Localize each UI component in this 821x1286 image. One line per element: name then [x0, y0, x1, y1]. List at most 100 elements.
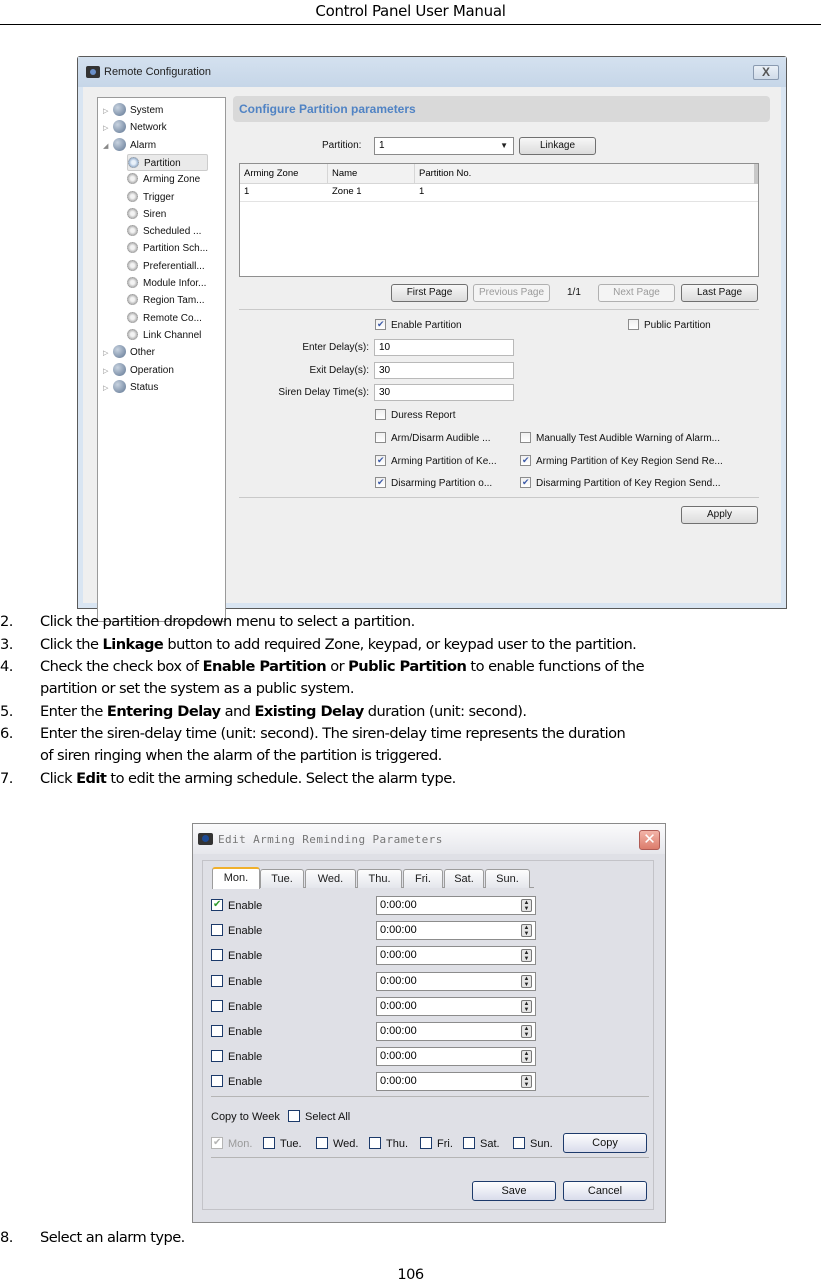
- spinner-arrows-icon[interactable]: ▲ ▼: [521, 924, 532, 938]
- tree-item-trigger[interactable]: Trigger: [127, 189, 174, 206]
- disarming-partition-checkbox[interactable]: Disarming Partition o...: [375, 476, 492, 490]
- last-page-button[interactable]: Last Page: [681, 284, 758, 302]
- copy-day-thu-checkbox[interactable]: Thu.: [369, 1137, 408, 1151]
- tab-fri[interactable]: Fri.: [403, 869, 443, 888]
- expand-arrow-icon[interactable]: ▷: [103, 380, 113, 397]
- spinner-arrows-icon[interactable]: ▲ ▼: [521, 1025, 532, 1038]
- apply-button[interactable]: Apply: [681, 506, 758, 524]
- spinner-arrows-icon[interactable]: ▲ ▼: [521, 974, 532, 988]
- column-header-name[interactable]: Name: [328, 164, 357, 184]
- tab-sat[interactable]: Sat.: [444, 869, 484, 888]
- expand-arrow-icon[interactable]: ▷: [103, 120, 113, 137]
- time-spinner[interactable]: 0:00:00 ▲ ▼: [376, 996, 536, 1016]
- collapse-arrow-icon[interactable]: ◢: [103, 138, 113, 155]
- tree-item-partition[interactable]: Partition: [127, 153, 208, 171]
- enter-delay-input[interactable]: 10: [374, 339, 514, 356]
- siren-delay-input[interactable]: 30: [374, 384, 514, 401]
- time-spinner[interactable]: 0:00:00 ▲ ▼: [376, 896, 536, 915]
- tab-sun[interactable]: Sun.: [485, 869, 530, 888]
- copy-button[interactable]: Copy: [563, 1133, 647, 1153]
- tree-item-remote-co[interactable]: Remote Co...: [127, 310, 202, 327]
- tab-thu[interactable]: Thu.: [357, 869, 402, 888]
- table-scrollbar[interactable]: [754, 164, 758, 184]
- time-spinner[interactable]: 0:00:00 ▲ ▼: [376, 971, 536, 991]
- spinner-arrows-icon[interactable]: ▲ ▼: [521, 1050, 532, 1064]
- time-spinner[interactable]: 0:00:00 ▲ ▼: [376, 946, 536, 966]
- partition-dropdown[interactable]: 1 ▼: [374, 137, 514, 155]
- tree-item-siren[interactable]: Siren: [127, 206, 166, 223]
- spin-down-icon[interactable]: ▼: [522, 906, 531, 912]
- enable-checkbox[interactable]: Enable: [211, 1025, 262, 1039]
- next-page-button[interactable]: Next Page: [598, 284, 675, 302]
- spinner-arrows-icon[interactable]: ▲ ▼: [521, 899, 532, 912]
- tab-mon[interactable]: Mon.: [212, 867, 260, 889]
- step-3: 3. Click the Linkage button to add requir…: [0, 636, 637, 653]
- select-all-checkbox[interactable]: Select All: [288, 1110, 350, 1124]
- spin-down-icon[interactable]: ▼: [522, 1032, 531, 1038]
- tree-item-scheduled[interactable]: Scheduled ...: [127, 223, 201, 240]
- tree-item-other[interactable]: ▷ Other: [103, 344, 155, 361]
- tree-item-alarm[interactable]: ◢ Alarm: [103, 137, 156, 154]
- tab-tue[interactable]: Tue.: [260, 869, 304, 888]
- spin-down-icon[interactable]: ▼: [522, 956, 531, 962]
- column-header-partition-no[interactable]: Partition No.: [415, 164, 471, 184]
- linkage-button[interactable]: Linkage: [519, 137, 596, 155]
- cancel-button[interactable]: Cancel: [563, 1181, 647, 1201]
- save-button[interactable]: Save: [472, 1181, 556, 1201]
- tree-item-network[interactable]: ▷ Network: [103, 119, 167, 136]
- enable-checkbox[interactable]: Enable: [211, 949, 262, 963]
- enable-checkbox[interactable]: Enable: [211, 1050, 262, 1064]
- time-spinner[interactable]: 0:00:00 ▲ ▼: [376, 921, 536, 941]
- disarming-key-region-send-checkbox[interactable]: Disarming Partition of Key Region Send..…: [520, 476, 721, 490]
- close-button[interactable]: ✕: [639, 830, 660, 850]
- tree-item-module-infor[interactable]: Module Infor...: [127, 275, 206, 292]
- expand-arrow-icon[interactable]: ▷: [103, 345, 113, 362]
- tab-wed[interactable]: Wed.: [305, 869, 356, 888]
- tree-item-arming-zone[interactable]: Arming Zone: [127, 171, 200, 188]
- enable-checkbox[interactable]: Enable: [211, 924, 262, 938]
- expand-arrow-icon[interactable]: ▷: [103, 363, 113, 380]
- spinner-arrows-icon[interactable]: ▲ ▼: [521, 999, 532, 1013]
- enable-checkbox[interactable]: Enable: [211, 974, 262, 989]
- tree-item-region-tam[interactable]: Region Tam...: [127, 292, 205, 309]
- time-spinner[interactable]: 0:00:00 ▲ ▼: [376, 1022, 536, 1041]
- copy-day-fri-checkbox[interactable]: Fri.: [420, 1137, 453, 1151]
- public-partition-checkbox[interactable]: Public Partition: [628, 319, 711, 332]
- expand-arrow-icon[interactable]: ▷: [103, 103, 113, 120]
- copy-day-wed-checkbox[interactable]: Wed.: [316, 1137, 358, 1151]
- tree-item-status[interactable]: ▷ Status: [103, 379, 158, 396]
- spinner-arrows-icon[interactable]: ▲ ▼: [521, 1075, 532, 1089]
- arming-partition-key-checkbox[interactable]: Arming Partition of Ke...: [375, 454, 497, 468]
- time-spinner[interactable]: 0:00:00 ▲ ▼: [376, 1047, 536, 1067]
- spinner-arrows-icon[interactable]: ▲ ▼: [521, 949, 532, 963]
- copy-day-sat-checkbox[interactable]: Sat.: [463, 1137, 500, 1151]
- tree-item-link-channel[interactable]: Link Channel: [127, 327, 201, 344]
- enable-partition-checkbox[interactable]: Enable Partition: [375, 318, 462, 332]
- spin-down-icon[interactable]: ▼: [522, 1057, 531, 1063]
- tree-item-operation[interactable]: ▷ Operation: [103, 362, 174, 379]
- manually-test-audible-checkbox[interactable]: Manually Test Audible Warning of Alarm..…: [520, 432, 720, 445]
- table-row[interactable]: 1 Zone 1 1: [240, 184, 758, 202]
- copy-day-sun-checkbox[interactable]: Sun.: [513, 1137, 553, 1151]
- duress-report-checkbox[interactable]: Duress Report: [375, 409, 455, 422]
- arm-disarm-audible-checkbox[interactable]: Arm/Disarm Audible ...: [375, 432, 490, 445]
- arming-key-region-send-checkbox[interactable]: Arming Partition of Key Region Send Re..…: [520, 454, 723, 468]
- close-button[interactable]: X: [753, 65, 779, 80]
- exit-delay-input[interactable]: 30: [374, 362, 514, 379]
- enable-checkbox[interactable]: Enable: [211, 999, 262, 1014]
- copy-day-tue-checkbox[interactable]: Tue.: [263, 1137, 302, 1151]
- time-spinner[interactable]: 0:00:00 ▲ ▼: [376, 1072, 536, 1092]
- tree-item-partition-sch[interactable]: Partition Sch...: [127, 240, 208, 257]
- column-header-arming-zone[interactable]: Arming Zone: [240, 164, 298, 184]
- spin-down-icon[interactable]: ▼: [522, 1082, 531, 1088]
- enable-checkbox[interactable]: Enable: [211, 898, 262, 913]
- tree-item-system[interactable]: ▷ System: [103, 102, 163, 119]
- spin-down-icon[interactable]: ▼: [522, 931, 531, 937]
- spin-down-icon[interactable]: ▼: [522, 1007, 531, 1013]
- spin-down-icon[interactable]: ▼: [522, 982, 531, 988]
- previous-page-button[interactable]: Previous Page: [473, 284, 550, 302]
- first-page-button[interactable]: First Page: [391, 284, 468, 302]
- tree-item-preferentiall[interactable]: Preferentiall...: [127, 258, 205, 275]
- copy-day-mon-checkbox[interactable]: Mon.: [211, 1136, 252, 1151]
- enable-checkbox[interactable]: Enable: [211, 1075, 262, 1089]
